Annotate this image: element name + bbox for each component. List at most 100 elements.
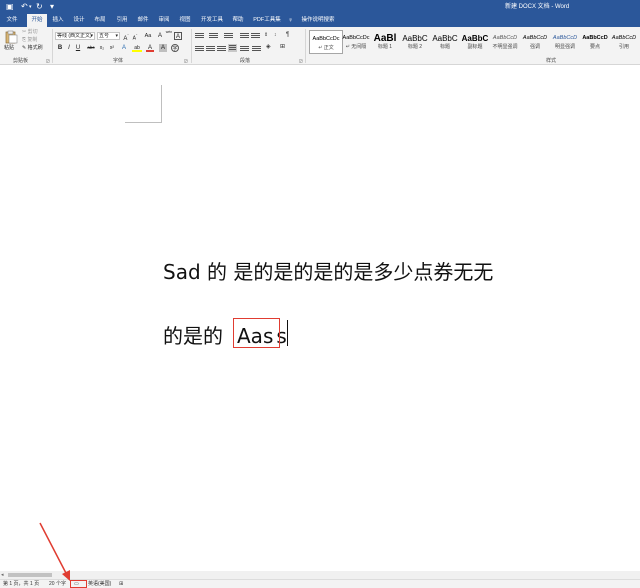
tab-home[interactable]: 开始	[27, 14, 47, 27]
line2-prefix: 的是的	[163, 324, 223, 348]
annotation-highlight-box	[70, 580, 87, 588]
borders-icon[interactable]: ⊞	[280, 44, 285, 51]
clipboard-group-label: 剪贴板	[13, 58, 29, 64]
ribbon-tabs: 文件 开始 插入 设计 布局 引用 邮件 审阅 视图 开发工具 帮助 PDF工具…	[0, 14, 640, 27]
tab-developer[interactable]: 开发工具	[199, 14, 225, 27]
annotation-highlight-box	[233, 318, 280, 348]
styles-group-label: 样式	[546, 58, 557, 64]
numbering-icon[interactable]	[209, 32, 218, 40]
align-center-icon[interactable]	[206, 45, 215, 53]
scrollbar-thumb[interactable]	[8, 573, 52, 577]
style-normal[interactable]: AaBbCcDc ↵ 正文	[309, 30, 343, 54]
save-icon[interactable]: ▣	[6, 1, 14, 13]
tab-mailings[interactable]: 邮件	[134, 14, 152, 27]
redo-icon[interactable]: ↻	[36, 1, 43, 13]
font-size-combo[interactable]: 五号 ▾	[97, 32, 120, 40]
shrink-font-button[interactable]: Aˇ	[131, 32, 139, 42]
cut-button[interactable]: ✂ 剪切	[22, 29, 38, 36]
line-spacing-icon[interactable]	[252, 45, 261, 53]
lightbulb-icon: ♀	[288, 17, 294, 24]
change-case-button[interactable]: Aa	[142, 32, 154, 40]
document-title: 新建 DOCX 文档 - Word	[505, 4, 570, 10]
font-color-button[interactable]: A	[146, 44, 154, 52]
margin-corner-mark	[125, 85, 162, 123]
tab-pdf-tools[interactable]: PDF工具集	[252, 14, 282, 27]
paste-icon	[5, 30, 18, 44]
tab-layout[interactable]: 布局	[91, 14, 109, 27]
style-intense-emphasis[interactable]: AaBbCcD 明显强调	[548, 30, 582, 54]
character-border-button[interactable]: A	[174, 32, 182, 40]
font-launcher-icon[interactable]: ◲	[184, 57, 188, 64]
style-subtle-emphasis[interactable]: AaBbCcD 不明显强调	[488, 30, 522, 54]
word-count[interactable]: 20 个字	[49, 580, 66, 588]
clipboard-launcher-icon[interactable]: ◲	[46, 57, 50, 64]
sort-icon[interactable]: ↕	[274, 32, 277, 39]
multilevel-list-icon[interactable]	[224, 32, 233, 40]
chevron-down-icon: ▾	[90, 33, 93, 39]
font-name-combo[interactable]: 等线 (西文正文) ▾	[55, 32, 95, 40]
align-right-icon[interactable]	[217, 45, 226, 53]
tab-help[interactable]: 帮助	[230, 14, 246, 27]
tab-review[interactable]: 审阅	[155, 14, 173, 27]
bullets-icon[interactable]	[195, 32, 204, 40]
paragraph-group-label: 段落	[240, 58, 251, 64]
tab-insert[interactable]: 插入	[49, 14, 67, 27]
phonetic-guide-button[interactable]: wén	[164, 30, 174, 38]
enclose-characters-button[interactable]: 字	[171, 44, 179, 52]
style-heading-2[interactable]: AaBbC 标题 2	[398, 30, 432, 54]
title-bar: ▣ ↶ ▾ ↻ ▾ 新建 DOCX 文档 - Word	[0, 0, 640, 14]
increase-indent-icon[interactable]	[251, 32, 260, 40]
strikethrough-button[interactable]: abc	[85, 44, 97, 52]
highlight-color-button[interactable]: ab	[132, 44, 142, 52]
show-formatting-icon[interactable]: ¶	[286, 32, 289, 39]
style-quote[interactable]: AaBbCcD 引用	[607, 30, 640, 54]
format-painter-button[interactable]: ✎ 格式刷	[22, 45, 43, 52]
underline-button[interactable]: U	[74, 44, 82, 52]
justify-icon[interactable]	[228, 44, 237, 52]
paste-label: 粘贴	[4, 45, 15, 51]
tab-design[interactable]: 设计	[70, 14, 88, 27]
style-emphasis[interactable]: AaBbCcD 强调	[518, 30, 552, 54]
language-indicator[interactable]: 英语(美国)	[88, 580, 111, 588]
shrink-font-caret: ˇ	[136, 33, 138, 38]
tab-references[interactable]: 引用	[113, 14, 131, 27]
grow-font-button[interactable]: Aˆ	[122, 32, 130, 42]
bold-button[interactable]: B	[56, 44, 64, 52]
tab-file[interactable]: 文件	[2, 14, 22, 27]
group-divider	[305, 29, 306, 63]
brush-icon: ✎	[22, 45, 27, 51]
text-effects-button[interactable]: A	[120, 44, 128, 52]
scissors-icon: ✂	[22, 29, 27, 35]
undo-icon[interactable]: ↶	[21, 1, 28, 13]
paste-button[interactable]: 粘贴	[3, 29, 19, 55]
decrease-indent-icon[interactable]	[240, 32, 249, 40]
shading-icon[interactable]: ◈	[266, 44, 271, 51]
document-page[interactable]	[0, 65, 640, 579]
chinese-layout-icon[interactable]: ⇕	[264, 32, 268, 39]
document-line-1[interactable]: Sad 的 是的是的是的是多少点券无无	[163, 256, 493, 285]
paragraph-launcher-icon[interactable]: ◲	[299, 57, 303, 64]
font-group-label: 字体	[113, 58, 124, 64]
macro-record-icon[interactable]: ⊞	[119, 580, 123, 588]
superscript-button[interactable]: x²	[108, 44, 116, 52]
character-shading-button[interactable]: A	[159, 44, 167, 52]
ribbon: 粘贴 ✂ 剪切 ⎘ 复制 ✎ 格式刷 剪贴板 ◲ 等线 (西文正文) ▾ 五号 ▾ …	[0, 27, 640, 65]
horizontal-scrollbar[interactable]: ◂	[0, 571, 640, 579]
undo-dropdown-icon[interactable]: ▾	[29, 1, 32, 13]
style-title[interactable]: AaBbC 标题	[428, 30, 462, 54]
text-cursor	[287, 320, 288, 346]
style-subtitle[interactable]: AaBbC 副标题	[458, 30, 492, 54]
tab-view[interactable]: 视图	[176, 14, 194, 27]
italic-button[interactable]: I	[65, 44, 73, 52]
page-count[interactable]: 第 1 页，共 1 页	[3, 580, 39, 588]
tell-me-search[interactable]: 操作说明搜索	[300, 14, 336, 27]
subscript-button[interactable]: x₂	[98, 44, 106, 52]
distributed-icon[interactable]	[240, 45, 249, 53]
style-heading-1[interactable]: AaBl 标题 1	[368, 30, 402, 54]
scroll-left-arrow-icon[interactable]: ◂	[1, 571, 4, 579]
group-divider	[52, 29, 53, 63]
customize-toolbar-icon[interactable]: ▾	[50, 1, 54, 13]
align-left-icon[interactable]	[195, 45, 204, 53]
copy-button[interactable]: ⎘ 复制	[22, 37, 37, 44]
clear-formatting-button[interactable]: A	[156, 32, 164, 40]
